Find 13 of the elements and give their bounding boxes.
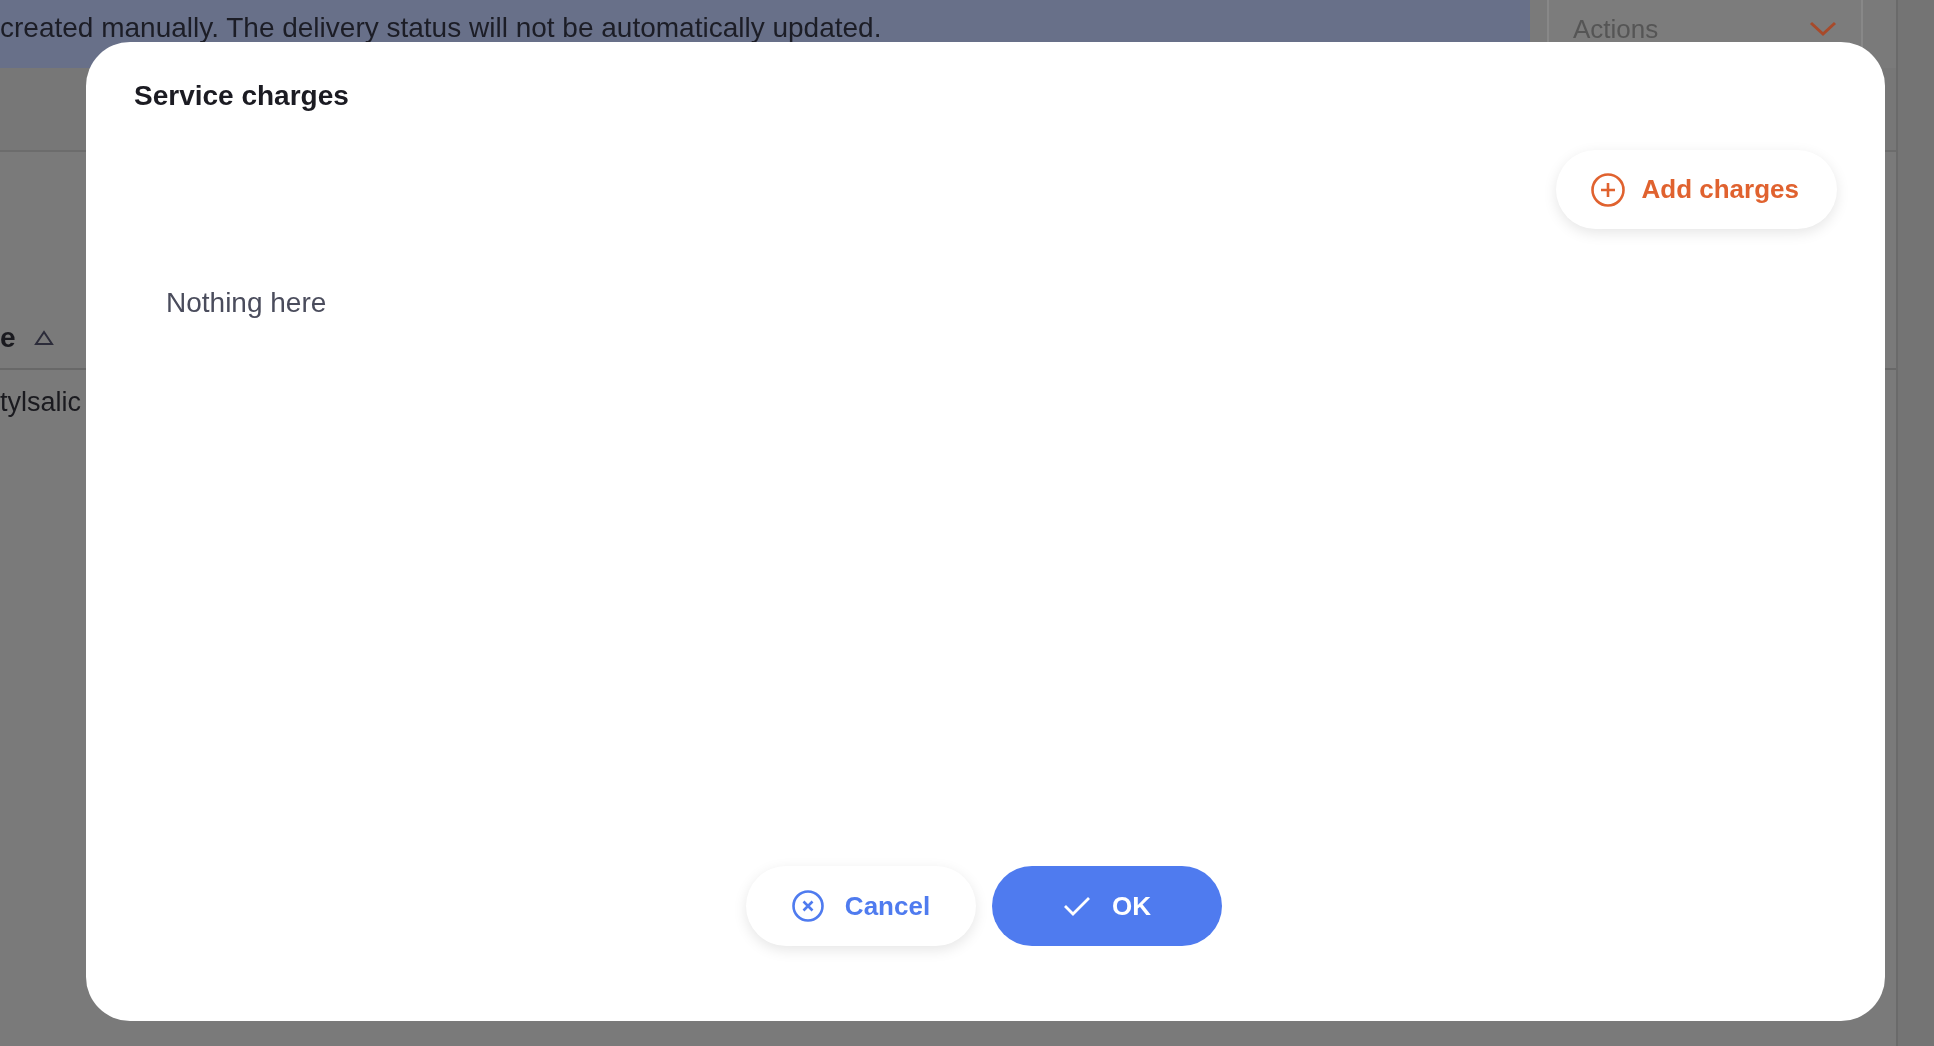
ok-button[interactable]: OK [991, 866, 1222, 946]
column-header[interactable]: e [0, 322, 16, 354]
table-cell: tylsalic [0, 386, 81, 418]
dialog-title: Service charges [134, 80, 350, 112]
sort-up-icon[interactable] [33, 330, 54, 346]
plus-circle-icon [1589, 171, 1626, 208]
checkmark-icon [1062, 894, 1092, 918]
chevron-down-icon [1809, 21, 1837, 37]
close-circle-icon [790, 889, 825, 923]
add-charges-button[interactable]: Add charges [1555, 150, 1837, 229]
empty-message: Nothing here [166, 287, 328, 319]
cancel-button[interactable]: Cancel [745, 866, 976, 946]
notice-text: created manually. The delivery status will not be automatically updated. [0, 12, 882, 44]
